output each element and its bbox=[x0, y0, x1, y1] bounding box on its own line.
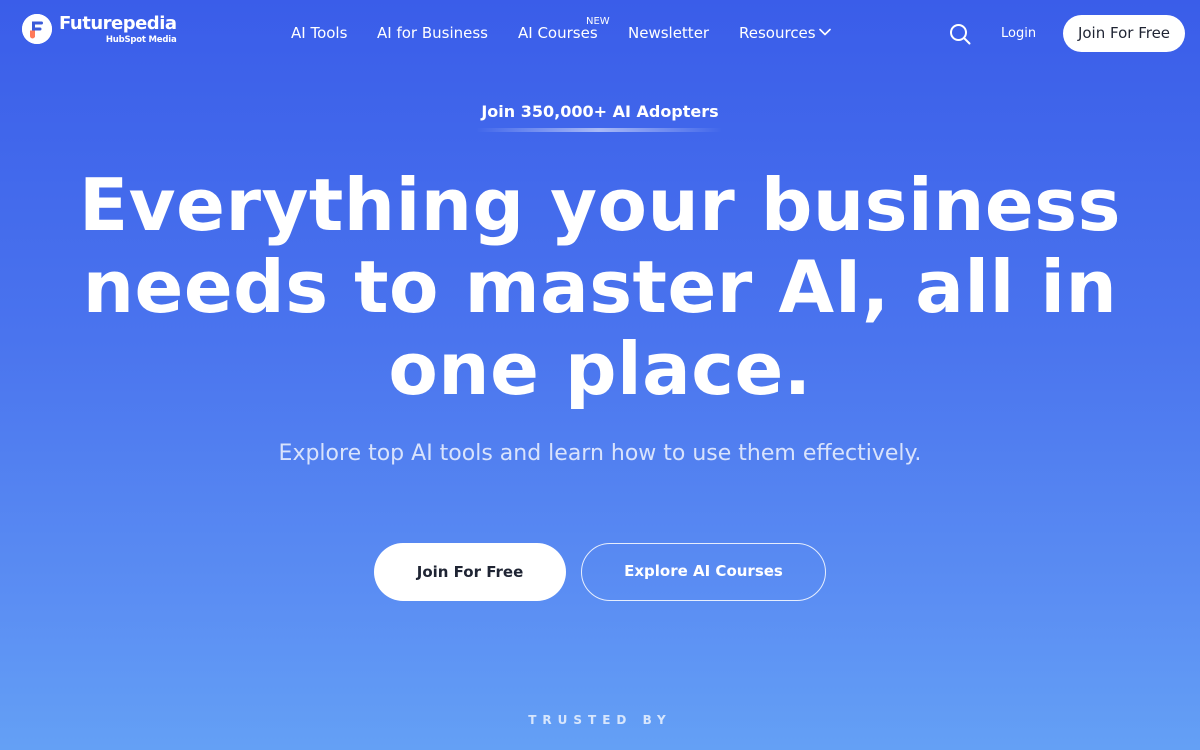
hero-subheading: Explore top AI tools and learn how to us… bbox=[278, 441, 922, 466]
nav-newsletter[interactable]: Newsletter bbox=[628, 24, 709, 42]
nav-resources-label: Resources bbox=[739, 24, 816, 42]
hero-eyebrow: Join 350,000+ AI Adopters bbox=[481, 102, 719, 121]
nav-ai-tools[interactable]: AI Tools bbox=[291, 24, 347, 42]
header-join-button[interactable]: Join For Free bbox=[1063, 15, 1185, 52]
join-for-free-button[interactable]: Join For Free bbox=[374, 543, 566, 601]
nav-resources[interactable]: Resources bbox=[739, 24, 831, 42]
new-badge: NEW bbox=[586, 16, 610, 27]
explore-ai-courses-button[interactable]: Explore AI Courses bbox=[581, 543, 826, 601]
logo-icon bbox=[22, 14, 52, 44]
futurepedia-logo[interactable]: Futurepedia HubSpot Media bbox=[22, 14, 177, 54]
site-header: Futurepedia HubSpot Media AI Tools AI fo… bbox=[0, 0, 1200, 66]
login-link[interactable]: Login bbox=[1001, 26, 1036, 42]
logo-subtitle: HubSpot Media bbox=[105, 35, 177, 45]
eyebrow-underline bbox=[476, 128, 722, 132]
search-button[interactable] bbox=[949, 23, 971, 45]
chevron-down-icon bbox=[818, 28, 831, 36]
search-icon bbox=[950, 24, 971, 45]
logo-name: Futurepedia bbox=[59, 13, 177, 34]
hero-headline: Everything your business needs to master… bbox=[79, 163, 1121, 411]
nav-ai-for-business[interactable]: AI for Business bbox=[377, 24, 488, 42]
trusted-by-label: TRUSTED BY bbox=[528, 713, 672, 727]
